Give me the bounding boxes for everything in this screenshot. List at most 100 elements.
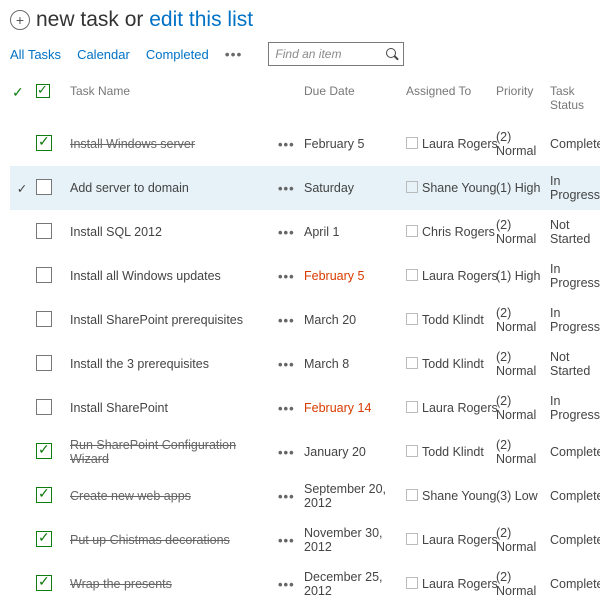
row-menu-icon[interactable]: •••	[278, 577, 295, 592]
row-menu-icon[interactable]: •••	[278, 401, 295, 416]
view-calendar[interactable]: Calendar	[77, 47, 130, 62]
row-menu-icon[interactable]: •••	[278, 489, 295, 504]
table-row[interactable]: Install all Windows updates ••• February 5…	[10, 254, 600, 298]
toolbar-more-icon[interactable]: •••	[225, 46, 243, 62]
row-menu-icon[interactable]: •••	[278, 181, 295, 196]
task-checkbox[interactable]	[36, 487, 52, 503]
assigned-to[interactable]: Laura Rogers	[422, 577, 498, 591]
due-date: February 5	[304, 269, 364, 283]
tasks-table: ✓ Task Name Due Date Assigned To Priorit…	[10, 80, 600, 600]
task-name[interactable]: Install SharePoint	[70, 401, 168, 415]
due-date: March 8	[304, 357, 349, 371]
task-name[interactable]: Install Windows server	[70, 137, 195, 151]
task-name[interactable]: Install all Windows updates	[70, 269, 221, 283]
priority: (2) Normal	[494, 518, 548, 562]
task-name[interactable]: Install SharePoint prerequisites	[70, 313, 243, 327]
search-input[interactable]	[273, 46, 377, 62]
row-menu-icon[interactable]: •••	[278, 137, 295, 152]
row-menu-icon[interactable]: •••	[278, 445, 295, 460]
priority: (3) Low	[494, 474, 548, 518]
col-header-duedate[interactable]: Due Date	[302, 80, 404, 122]
view-completed[interactable]: Completed	[146, 47, 209, 62]
due-date: January 20	[304, 445, 366, 459]
table-row[interactable]: Put up Chistmas decorations ••• November 3…	[10, 518, 600, 562]
table-row[interactable]: Install SharePoint ••• February 14 Laura Ro…	[10, 386, 600, 430]
priority: (1) High	[494, 254, 548, 298]
priority: (2) Normal	[494, 562, 548, 600]
table-row[interactable]: Install the 3 prerequisites ••• March 8 Tod…	[10, 342, 600, 386]
assigned-checkbox-icon	[406, 313, 418, 325]
priority: (1) High	[494, 166, 548, 210]
priority: (2) Normal	[494, 386, 548, 430]
task-status: Not Started	[548, 342, 600, 386]
task-name[interactable]: Put up Chistmas decorations	[70, 533, 230, 547]
col-header-checkbox[interactable]	[34, 80, 68, 122]
table-row[interactable]: Create new web apps•••September 20, 2012…	[10, 474, 600, 518]
assigned-to[interactable]: Todd Klindt	[422, 313, 484, 327]
table-row[interactable]: Install Windows server•••February 5Laura…	[10, 122, 600, 166]
assigned-to[interactable]: Shane Young	[422, 181, 496, 195]
task-name[interactable]: Run SharePoint Configuration Wizard	[70, 438, 236, 466]
table-row[interactable]: Wrap the presents•••December 25, 2012Lau…	[10, 562, 600, 600]
task-checkbox[interactable]	[36, 443, 52, 459]
assigned-to[interactable]: Laura Rogers	[422, 269, 498, 283]
assigned-checkbox-icon	[406, 269, 418, 281]
row-selected-mark	[10, 210, 34, 254]
row-selected-mark	[10, 518, 34, 562]
task-name[interactable]: Wrap the presents	[70, 577, 172, 591]
assigned-to[interactable]: Chris Rogers	[422, 225, 495, 239]
task-checkbox[interactable]	[36, 135, 52, 151]
task-checkbox[interactable]	[36, 223, 52, 239]
task-checkbox[interactable]	[36, 531, 52, 547]
task-checkbox[interactable]	[36, 311, 52, 327]
task-checkbox[interactable]	[36, 399, 52, 415]
table-row[interactable]: ✓Add server to domain•••SaturdayShane Yo…	[10, 166, 600, 210]
edit-link[interactable]: edit	[149, 8, 183, 31]
priority: (2) Normal	[494, 298, 548, 342]
task-checkbox[interactable]	[36, 575, 52, 591]
row-menu-icon[interactable]: •••	[278, 357, 295, 372]
row-menu-icon[interactable]: •••	[278, 225, 295, 240]
assigned-to[interactable]: Laura Rogers	[422, 401, 498, 415]
search-box[interactable]	[268, 42, 404, 66]
task-status: Not Started	[548, 210, 600, 254]
view-all-tasks[interactable]: All Tasks	[10, 47, 61, 62]
due-date: April 1	[304, 225, 339, 239]
task-checkbox[interactable]	[36, 355, 52, 371]
due-date: February 14	[304, 401, 371, 415]
task-checkbox[interactable]	[36, 179, 52, 195]
row-selected-mark	[10, 386, 34, 430]
col-header-mark[interactable]: ✓	[10, 80, 34, 122]
task-status: In Progress	[548, 166, 600, 210]
col-header-priority[interactable]: Priority	[494, 80, 548, 122]
col-header-assigned[interactable]: Assigned To	[404, 80, 494, 122]
task-checkbox[interactable]	[36, 267, 52, 283]
task-name[interactable]: Create new web apps	[70, 489, 191, 503]
table-row[interactable]: Run SharePoint Configuration Wizard ••• Ja…	[10, 430, 600, 474]
row-selected-mark	[10, 562, 34, 600]
due-date: November 30, 2012	[304, 526, 383, 554]
assigned-to[interactable]: Laura Rogers	[422, 137, 498, 151]
row-menu-icon[interactable]: •••	[278, 269, 295, 284]
task-name[interactable]: Install SQL 2012	[70, 225, 162, 239]
search-icon[interactable]	[386, 48, 399, 61]
col-header-taskname[interactable]: Task Name	[68, 80, 276, 122]
table-row[interactable]: Install SharePoint prerequisites•••March…	[10, 298, 600, 342]
assigned-to[interactable]: Laura Rogers	[422, 533, 498, 547]
task-status: Completed	[548, 562, 600, 600]
add-icon[interactable]: +	[10, 10, 30, 30]
assigned-to[interactable]: Todd Klindt	[422, 445, 484, 459]
task-status: Completed	[548, 430, 600, 474]
row-menu-icon[interactable]: •••	[278, 313, 295, 328]
priority: (2) Normal	[494, 122, 548, 166]
assigned-checkbox-icon	[406, 401, 418, 413]
col-header-status[interactable]: Task Status	[548, 80, 600, 122]
new-task-link[interactable]: new task	[36, 8, 119, 31]
task-name[interactable]: Install the 3 prerequisites	[70, 357, 209, 371]
assigned-to[interactable]: Todd Klindt	[422, 357, 484, 371]
task-name[interactable]: Add server to domain	[70, 181, 189, 195]
table-row[interactable]: Install SQL 2012•••April 1Chris Rogers(2…	[10, 210, 600, 254]
assigned-checkbox-icon	[406, 225, 418, 237]
row-menu-icon[interactable]: •••	[278, 533, 295, 548]
assigned-to[interactable]: Shane Young	[422, 489, 496, 503]
